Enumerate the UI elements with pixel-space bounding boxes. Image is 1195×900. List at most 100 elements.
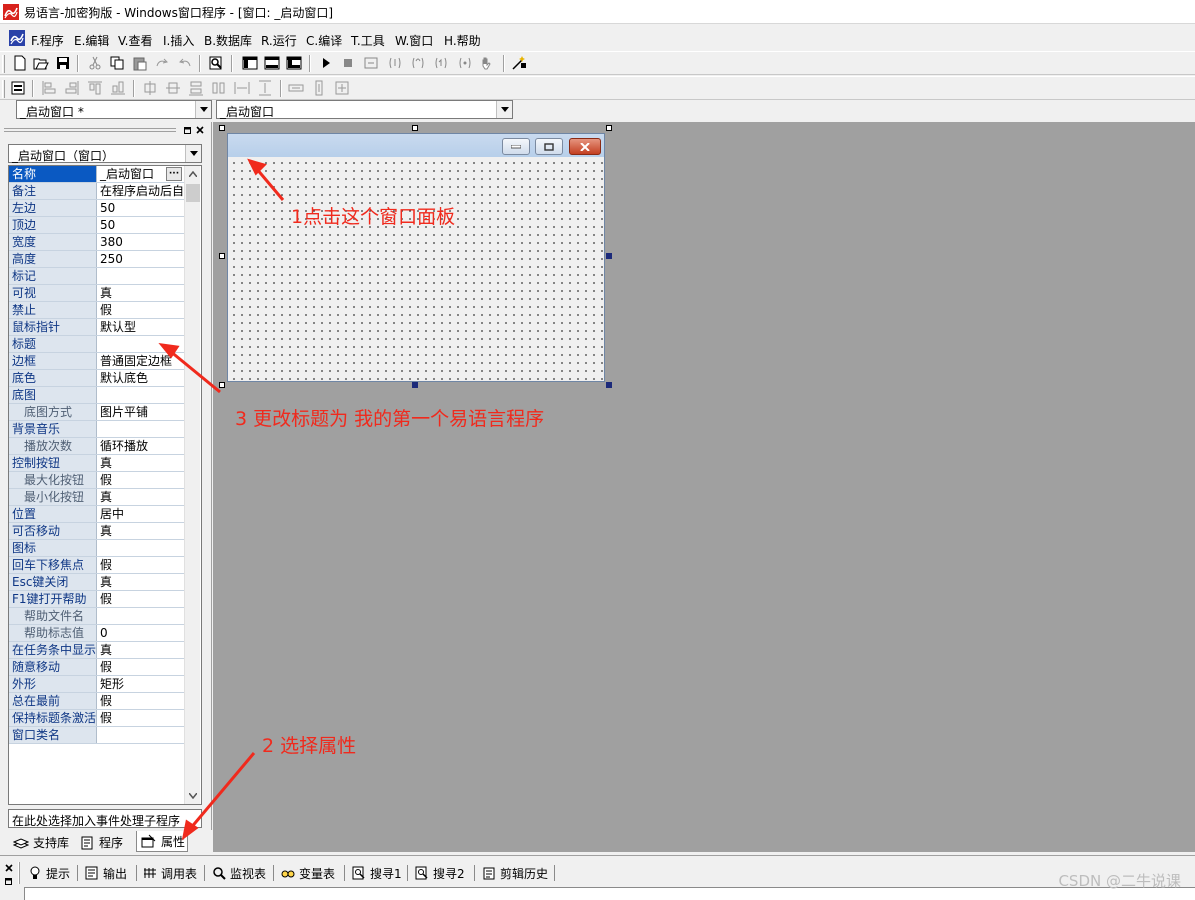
- property-value[interactable]: 真: [99, 642, 184, 658]
- tab-call-table[interactable]: 调用表: [143, 864, 197, 882]
- layout-bottom-icon[interactable]: [262, 53, 282, 73]
- property-row[interactable]: 回车下移焦点假: [9, 557, 184, 574]
- property-row[interactable]: 外形 矩形: [9, 676, 184, 693]
- property-row[interactable]: 可否移动真: [9, 523, 184, 540]
- tab-output[interactable]: 输出: [85, 864, 127, 882]
- property-row[interactable]: 鼠标指针 默认型: [9, 319, 184, 336]
- close-button[interactable]: [569, 138, 601, 155]
- property-row[interactable]: 窗口类名: [9, 727, 184, 744]
- property-value[interactable]: [99, 387, 184, 403]
- center-vertical-icon[interactable]: [163, 78, 183, 98]
- event-handler-combo[interactable]: 在此处选择加入事件处理子程序: [8, 809, 202, 828]
- property-row[interactable]: 帮助标志值 0: [9, 625, 184, 642]
- menu-program[interactable]: F.程序: [31, 32, 64, 49]
- tab-program[interactable]: 程序: [81, 833, 123, 852]
- hand-icon[interactable]: [477, 53, 497, 73]
- resize-handle[interactable]: [606, 125, 612, 131]
- step-over-icon[interactable]: [408, 53, 428, 73]
- property-value[interactable]: 250: [99, 251, 184, 267]
- property-row[interactable]: 边框 普通固定边框: [9, 353, 184, 370]
- property-value[interactable]: 假: [99, 557, 184, 573]
- property-value[interactable]: [99, 727, 184, 743]
- property-row[interactable]: 禁止假: [9, 302, 184, 319]
- find-icon[interactable]: [206, 53, 226, 73]
- step-out-icon[interactable]: [431, 53, 451, 73]
- property-value[interactable]: 普通固定边框: [99, 353, 184, 369]
- property-value[interactable]: 假: [99, 591, 184, 607]
- property-value[interactable]: [99, 540, 184, 556]
- menu-window[interactable]: W.窗口: [395, 32, 433, 49]
- property-value[interactable]: 真: [99, 455, 184, 471]
- property-value[interactable]: 假: [99, 693, 184, 709]
- property-value[interactable]: 0: [99, 625, 184, 641]
- paste-icon[interactable]: [130, 53, 150, 73]
- restore-icon[interactable]: [184, 126, 192, 134]
- open-folder-icon[interactable]: [31, 53, 51, 73]
- chevron-up-icon[interactable]: [189, 171, 197, 177]
- property-row[interactable]: 底图方式 图片平铺: [9, 404, 184, 421]
- tab-watch-table[interactable]: 监视表: [212, 864, 266, 882]
- property-value[interactable]: 380: [99, 234, 184, 250]
- resize-handle[interactable]: [219, 253, 225, 259]
- resize-handle[interactable]: [606, 253, 612, 259]
- property-row[interactable]: 标记: [9, 268, 184, 285]
- property-row[interactable]: 最大化按钮假: [9, 472, 184, 489]
- tab-support-library[interactable]: 支持库: [13, 833, 69, 852]
- redo-icon[interactable]: [152, 53, 172, 73]
- property-value[interactable]: 默认型: [99, 319, 184, 335]
- tab-properties[interactable]: 属性: [136, 831, 188, 852]
- property-row[interactable]: 顶边 50: [9, 217, 184, 234]
- property-value[interactable]: 居中: [99, 506, 184, 522]
- form-design-window[interactable]: [227, 133, 605, 382]
- close-icon[interactable]: [196, 126, 204, 134]
- property-row[interactable]: 位置 居中: [9, 506, 184, 523]
- same-width-icon[interactable]: [186, 78, 206, 98]
- menu-edit[interactable]: E.编辑: [74, 32, 109, 49]
- property-row[interactable]: 可视真: [9, 285, 184, 302]
- run-icon[interactable]: [316, 53, 336, 73]
- property-value[interactable]: [99, 608, 184, 624]
- property-value[interactable]: [99, 268, 184, 284]
- property-row[interactable]: 备注 在程序启动后自: [9, 183, 184, 200]
- property-row[interactable]: 播放次数 循环播放: [9, 438, 184, 455]
- property-value[interactable]: 真: [99, 523, 184, 539]
- form-icon[interactable]: [8, 78, 28, 98]
- chevron-down-icon[interactable]: [185, 145, 201, 162]
- step-into-icon[interactable]: [385, 53, 405, 73]
- menu-run[interactable]: R.运行: [261, 32, 297, 49]
- menu-database[interactable]: B.数据库: [204, 32, 252, 49]
- property-value[interactable]: 50: [99, 217, 184, 233]
- maximize-button[interactable]: [535, 138, 563, 155]
- property-row[interactable]: 保持标题条激活假: [9, 710, 184, 727]
- close-icon[interactable]: [5, 864, 13, 872]
- property-value[interactable]: 真: [99, 285, 184, 301]
- property-value[interactable]: 矩形: [99, 676, 184, 692]
- property-value[interactable]: 假: [99, 710, 184, 726]
- property-value[interactable]: 真: [99, 574, 184, 590]
- object-selector-combo[interactable]: _启动窗口 *: [16, 100, 212, 119]
- property-scrollbar[interactable]: [184, 166, 200, 804]
- center-horizontal-icon[interactable]: [140, 78, 160, 98]
- resize-handle[interactable]: [606, 382, 612, 388]
- run-to-cursor-icon[interactable]: [455, 53, 475, 73]
- property-row[interactable]: 图标: [9, 540, 184, 557]
- undo-icon[interactable]: [175, 53, 195, 73]
- menu-insert[interactable]: I.插入: [163, 32, 194, 49]
- resize-handle[interactable]: [412, 125, 418, 131]
- toolbar-grip[interactable]: [2, 80, 5, 98]
- event-selector-combo[interactable]: _启动窗口: [216, 100, 513, 119]
- tab-clip-history[interactable]: 剪辑历史: [482, 864, 548, 882]
- tab-hint[interactable]: 提示: [28, 864, 70, 882]
- layout-full-icon[interactable]: [284, 53, 304, 73]
- property-row[interactable]: 控制按钮真: [9, 455, 184, 472]
- new-file-icon[interactable]: [10, 53, 30, 73]
- property-value[interactable]: 在程序启动后自: [99, 183, 184, 199]
- same-height-icon[interactable]: [209, 78, 229, 98]
- stop-icon[interactable]: [338, 53, 358, 73]
- property-row[interactable]: 最小化按钮真: [9, 489, 184, 506]
- property-value[interactable]: [99, 421, 184, 437]
- align-left-icon[interactable]: [39, 78, 59, 98]
- property-value[interactable]: 假: [99, 659, 184, 675]
- menu-view[interactable]: V.查看: [118, 32, 152, 49]
- step-icon[interactable]: [361, 53, 381, 73]
